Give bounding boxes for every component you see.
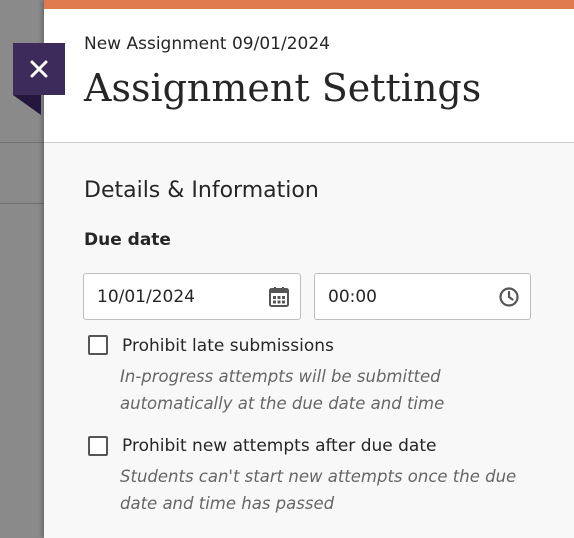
close-icon: [30, 60, 48, 78]
hint-line: In-progress attempts will be submitted: [120, 367, 441, 386]
prohibit-new-attempts-checkbox[interactable]: [88, 436, 108, 456]
accent-bar: [44, 0, 574, 9]
due-time-value: 00:00: [328, 287, 377, 307]
prohibit-late-hint: In-progress attempts will be submitted a…: [120, 363, 520, 417]
due-date-value: 10/01/2024: [97, 287, 195, 307]
prohibit-late-checkbox[interactable]: [88, 335, 108, 355]
section-title: Details & Information: [84, 178, 319, 203]
close-button-tab: [13, 95, 41, 115]
panel-body: Details & Information Due date 10/01/202…: [44, 143, 574, 538]
hint-line: date and time has passed: [120, 494, 335, 513]
assignment-name: New Assignment 09/01/2024: [84, 34, 330, 54]
prohibit-new-attempts-label: Prohibit new attempts after due date: [122, 436, 437, 456]
calendar-icon[interactable]: [268, 286, 290, 312]
backdrop-divider: [0, 203, 44, 204]
due-date-input[interactable]: 10/01/2024: [83, 273, 301, 320]
due-time-input[interactable]: 00:00: [314, 273, 531, 320]
panel-header: New Assignment 09/01/2024 Assignment Set…: [44, 9, 574, 142]
prohibit-late-label: Prohibit late submissions: [122, 336, 334, 356]
page-title: Assignment Settings: [84, 66, 482, 110]
hint-line: automatically at the due date and time: [120, 394, 445, 413]
close-button[interactable]: [13, 43, 65, 95]
backdrop-divider: [0, 142, 44, 143]
clock-icon[interactable]: [498, 286, 520, 312]
due-date-label: Due date: [84, 230, 171, 250]
prohibit-new-attempts-hint: Students can't start new attempts once t…: [120, 463, 520, 517]
hint-line: Students can't start new attempts once t…: [120, 467, 517, 486]
